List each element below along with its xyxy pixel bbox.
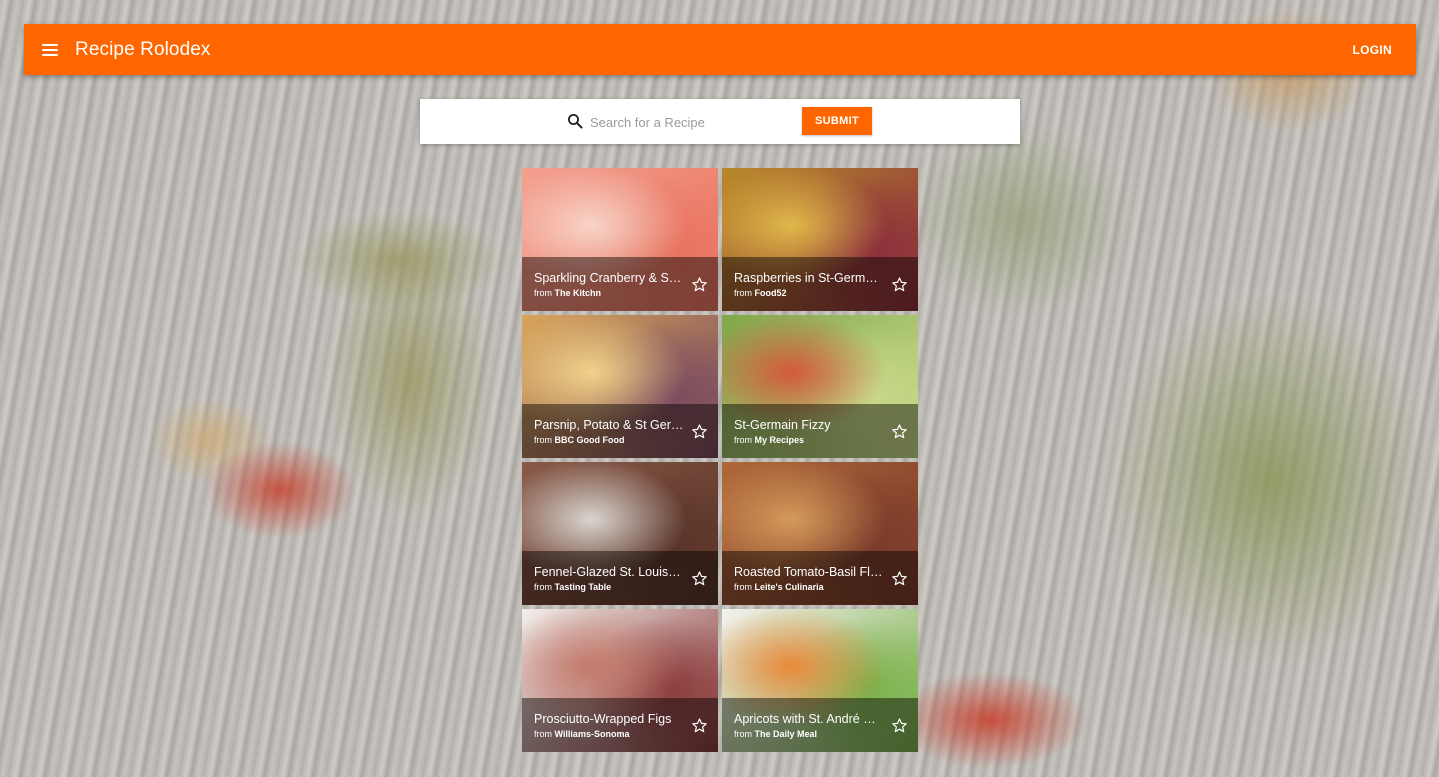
recipe-title: Sparkling Cranberry & St-Germain Punch xyxy=(534,271,684,285)
search-icon xyxy=(568,114,583,129)
recipe-source: from BBC Good Food xyxy=(534,435,684,445)
recipe-card[interactable]: Parsnip, Potato & St Germain Gratin from… xyxy=(522,315,718,458)
recipe-source-prefix: from xyxy=(534,288,552,298)
recipe-title: Fennel-Glazed St. Louis Ribs xyxy=(534,565,684,579)
recipe-card[interactable]: St-Germain Fizzy from My Recipes xyxy=(722,315,918,458)
recipe-card[interactable]: Raspberries in St-Germain Clafoutis from… xyxy=(722,168,918,311)
recipe-title: Apricots with St. André Cheese xyxy=(734,712,884,726)
recipe-source: from My Recipes xyxy=(734,435,884,445)
recipe-source: from The Kitchn xyxy=(534,288,684,298)
recipe-title: Raspberries in St-Germain Clafoutis xyxy=(734,271,884,285)
recipe-source-prefix: from xyxy=(734,288,752,298)
recipe-source: from Food52 xyxy=(734,288,884,298)
star-icon[interactable] xyxy=(691,276,708,293)
recipe-source-name: Food52 xyxy=(754,288,787,298)
menu-icon[interactable] xyxy=(42,43,58,56)
recipe-card[interactable]: Fennel-Glazed St. Louis Ribs from Tastin… xyxy=(522,462,718,605)
recipe-source-prefix: from xyxy=(534,435,552,445)
recipe-source: from The Daily Meal xyxy=(734,729,884,739)
recipe-source-name: Williams-Sonoma xyxy=(554,729,630,739)
star-icon[interactable] xyxy=(891,423,908,440)
recipe-title: Parsnip, Potato & St Germain Gratin xyxy=(534,418,684,432)
recipe-title: St-Germain Fizzy xyxy=(734,418,831,432)
app-title: Recipe Rolodex xyxy=(75,38,211,60)
recipe-title: Prosciutto-Wrapped Figs xyxy=(534,712,672,726)
recipe-source-name: Leite's Culinaria xyxy=(754,582,824,592)
star-icon[interactable] xyxy=(891,570,908,587)
app-bar: Recipe Rolodex LOGIN xyxy=(24,24,1416,75)
star-icon[interactable] xyxy=(891,717,908,734)
recipe-card[interactable]: Apricots with St. André Cheese from The … xyxy=(722,609,918,752)
login-button[interactable]: LOGIN xyxy=(1353,43,1393,57)
recipe-source-name: Tasting Table xyxy=(554,582,612,592)
recipe-card[interactable]: Sparkling Cranberry & St-Germain Punch f… xyxy=(522,168,718,311)
recipe-source-prefix: from xyxy=(534,729,552,739)
recipe-card[interactable]: Prosciutto-Wrapped Figs from Williams-So… xyxy=(522,609,718,752)
recipe-source-prefix: from xyxy=(734,435,752,445)
recipe-source-name: My Recipes xyxy=(754,435,805,445)
star-icon[interactable] xyxy=(691,717,708,734)
recipe-source-name: BBC Good Food xyxy=(554,435,625,445)
recipe-title: Roasted Tomato-Basil Flatbread xyxy=(734,565,884,579)
star-icon[interactable] xyxy=(691,570,708,587)
recipe-source-prefix: from xyxy=(734,729,752,739)
submit-button[interactable]: SUBMIT xyxy=(802,107,872,135)
recipe-source: from Tasting Table xyxy=(534,582,684,592)
recipe-source-prefix: from xyxy=(534,582,552,592)
search-bar: SUBMIT xyxy=(420,99,1020,144)
recipe-source-name: The Kitchn xyxy=(554,288,602,298)
recipe-source-prefix: from xyxy=(734,582,752,592)
star-icon[interactable] xyxy=(691,423,708,440)
recipe-grid: Sparkling Cranberry & St-Germain Punch f… xyxy=(522,168,918,752)
star-icon[interactable] xyxy=(891,276,908,293)
recipe-source-name: The Daily Meal xyxy=(754,729,818,739)
recipe-source: from Williams-Sonoma xyxy=(534,729,684,739)
recipe-source: from Leite's Culinaria xyxy=(734,582,884,592)
search-input[interactable] xyxy=(588,111,792,133)
recipe-card[interactable]: Roasted Tomato-Basil Flatbread from Leit… xyxy=(722,462,918,605)
